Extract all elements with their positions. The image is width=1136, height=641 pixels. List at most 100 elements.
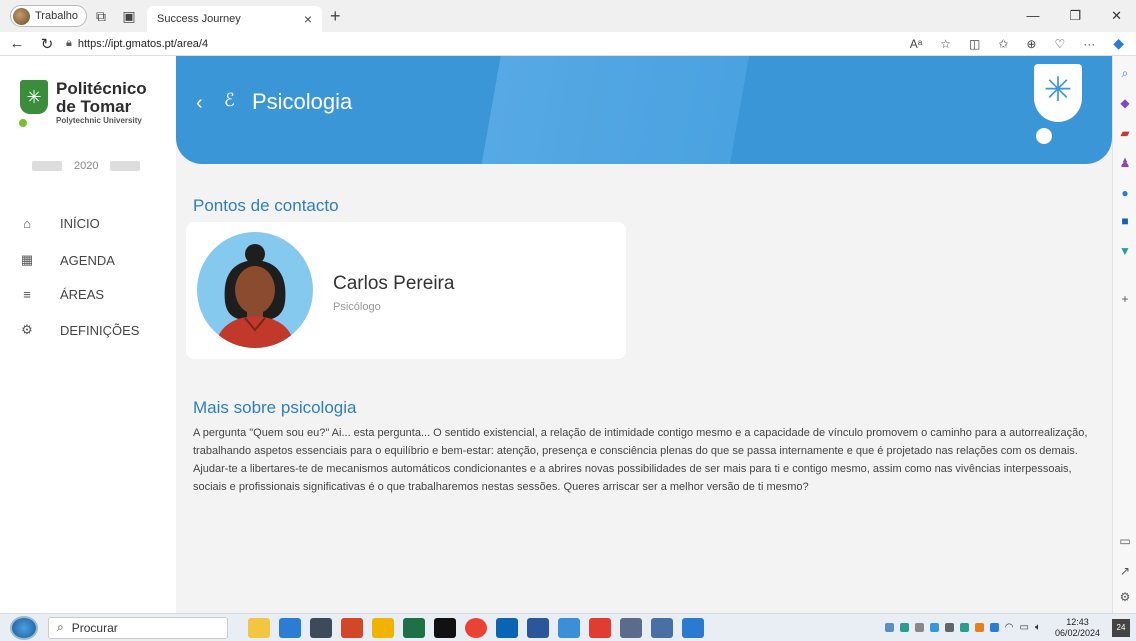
add-sidebar-icon[interactable]: + xyxy=(1117,292,1133,308)
taskbar-app-acrobat-icon[interactable] xyxy=(589,617,611,638)
games-icon[interactable]: ♟ xyxy=(1117,156,1133,172)
ear-icon: ℰ xyxy=(224,90,235,110)
tray-icon-5[interactable] xyxy=(944,623,954,632)
split-screen-icon[interactable]: ◫ xyxy=(969,37,980,51)
start-button[interactable] xyxy=(10,615,38,640)
taskbar-app-browser-icon[interactable] xyxy=(558,617,580,638)
clock-time: 12:43 xyxy=(1066,616,1089,627)
tray-icon-7[interactable] xyxy=(974,623,984,632)
app-sidebar: ✳ Politécnico de Tomar Polytechnic Unive… xyxy=(0,56,176,613)
sidebar-item-definicoes[interactable]: ⚙ DEFINIÇÕES xyxy=(20,322,139,338)
notification-badge[interactable]: 24 xyxy=(1112,618,1130,637)
address-bar: ← ↻ 🔒︎ https://ipt.gmatos.pt/area/4 Aᵃ ☆… xyxy=(0,32,1136,56)
tray-bluetooth-icon[interactable] xyxy=(989,623,999,632)
wifi-icon[interactable]: ◠ xyxy=(1005,622,1014,633)
url-text: https://ipt.gmatos.pt/area/4 xyxy=(77,37,209,50)
settings-icon: ⚙ xyxy=(21,322,33,337)
system-tray: ◠ ▭ 🔈︎ 12:43 06/02/2024 24 xyxy=(884,617,1136,639)
shopping-icon[interactable]: ◆ xyxy=(1117,96,1133,112)
taskbar-app-store-icon[interactable] xyxy=(620,617,642,638)
back-icon[interactable]: ← xyxy=(4,35,30,52)
partner-logos: 2020 xyxy=(32,160,141,172)
restore-icon[interactable]: ❐ xyxy=(1069,8,1081,24)
tray-icon-2[interactable] xyxy=(899,623,909,632)
sidebar-settings-icon[interactable]: ⚙ xyxy=(1117,590,1133,606)
shield-logo-icon: ✳ xyxy=(1034,64,1082,122)
partner-logo-1 xyxy=(32,161,62,171)
sidebar-item-label: INÍCIO xyxy=(60,216,100,231)
clock[interactable]: 12:43 06/02/2024 xyxy=(1055,617,1100,639)
refresh-icon[interactable]: ↻ xyxy=(34,35,60,53)
sidebar-item-inicio[interactable]: ⌂ INÍCIO xyxy=(20,216,100,231)
taskbar-app-word-icon[interactable] xyxy=(527,617,549,638)
taskbar-app-teams-icon[interactable] xyxy=(651,617,673,638)
sidebar-item-areas[interactable]: ≡ ÁREAS xyxy=(20,287,104,302)
workspaces-icon[interactable]: ⧉ xyxy=(87,8,115,25)
tray-icon-1[interactable] xyxy=(884,623,894,632)
taskbar-app-excel-icon[interactable] xyxy=(403,617,425,638)
brand-subtitle: Polytechnic University xyxy=(56,116,142,125)
favorites-icon[interactable]: ✩ xyxy=(998,37,1008,51)
tab-actions-icon[interactable]: ▣ xyxy=(115,8,143,25)
taskbar-app-chrome-icon[interactable] xyxy=(465,617,487,638)
sidebar-item-label: AGENDA xyxy=(60,252,115,268)
external-link-icon[interactable]: ↗ xyxy=(1117,564,1133,580)
contacts-heading: Pontos de contacto xyxy=(193,196,339,215)
taskbar-apps xyxy=(248,617,704,638)
browser-tab-strip: Trabalho ⧉ ▣ Success Journey × + — ❐ ✕ xyxy=(0,0,1136,32)
copilot-icon[interactable]: ◆ xyxy=(1113,35,1124,52)
url-field[interactable]: 🔒︎ https://ipt.gmatos.pt/area/4 xyxy=(66,37,208,50)
close-window-icon[interactable]: ✕ xyxy=(1111,8,1122,24)
sidebar-item-agenda[interactable]: ▦ AGENDA xyxy=(20,252,115,268)
office-icon[interactable]: ● xyxy=(1117,186,1133,202)
collections-icon[interactable]: ⊕ xyxy=(1026,37,1036,51)
sidebar-layout-icon[interactable]: ▭ xyxy=(1117,534,1133,550)
partner-logo-2020: 2020 xyxy=(74,160,99,172)
new-tab-icon[interactable]: + xyxy=(330,6,341,27)
profile-label: Trabalho xyxy=(35,10,79,22)
volume-icon[interactable]: 🔈︎ xyxy=(1035,622,1041,633)
edge-sidebar: ⌕ ◆ ▰ ♟ ● ■ ▼ + ▭ ↗ ⚙ xyxy=(1112,56,1136,613)
tab-title: Success Journey xyxy=(157,13,241,25)
lock-icon: 🔒︎ xyxy=(66,37,72,49)
battery-icon[interactable]: ▭ xyxy=(1020,622,1029,633)
taskbar-app-outlook-icon[interactable] xyxy=(496,617,518,638)
taskbar-search[interactable]: ⌕ Procurar xyxy=(48,616,228,639)
taskbar-app-netflix-icon[interactable] xyxy=(434,617,456,638)
shield-dot xyxy=(1036,128,1052,144)
person-illustration-icon xyxy=(215,244,295,348)
taskbar-app-edge-icon[interactable] xyxy=(279,617,301,638)
tray-cloud-icon[interactable] xyxy=(929,623,939,632)
logo-dot xyxy=(19,119,27,127)
back-chevron-icon[interactable]: ‹ xyxy=(196,92,203,115)
favorite-star-icon[interactable]: ☆ xyxy=(940,37,951,51)
minimize-icon[interactable]: — xyxy=(1026,8,1039,24)
brand-name: Politécnico de Tomar xyxy=(56,80,147,116)
outlook-icon[interactable]: ■ xyxy=(1117,214,1133,230)
close-tab-icon[interactable]: × xyxy=(304,11,312,27)
page-title: Psicologia xyxy=(252,89,353,114)
about-heading: Mais sobre psicologia xyxy=(193,398,357,417)
read-aloud-icon[interactable]: Aᵃ xyxy=(910,37,922,51)
clock-date: 06/02/2024 xyxy=(1054,627,1100,638)
tools-icon[interactable]: ▰ xyxy=(1117,126,1133,142)
search-icon[interactable]: ⌕ xyxy=(1117,66,1133,82)
tray-icon-3[interactable] xyxy=(914,623,924,632)
taskbar-app-explorer-icon[interactable] xyxy=(372,617,394,638)
contact-name: Carlos Pereira xyxy=(333,273,455,294)
home-icon: ⌂ xyxy=(23,216,31,231)
taskbar-app-powerpoint-icon[interactable] xyxy=(341,617,363,638)
calendar-icon: ▦ xyxy=(20,252,34,267)
taskbar-app-taskview-icon[interactable] xyxy=(310,617,332,638)
taskbar-search-label: Procurar xyxy=(71,620,118,635)
taskbar-app-photos-icon[interactable] xyxy=(682,617,704,638)
search-icon: ⌕ xyxy=(57,620,64,634)
drop-icon[interactable]: ▼ xyxy=(1117,244,1133,260)
polytechnic-logo-icon: ✳ xyxy=(20,80,48,114)
profile-button[interactable]: Trabalho xyxy=(10,5,88,27)
browser-tab-active[interactable]: Success Journey × xyxy=(147,6,323,32)
taskbar-app-paint-icon[interactable] xyxy=(248,617,270,638)
more-icon[interactable]: ··· xyxy=(1083,37,1095,51)
tray-icon-6[interactable] xyxy=(959,623,969,632)
extensions-icon[interactable]: ♡ xyxy=(1054,37,1065,51)
